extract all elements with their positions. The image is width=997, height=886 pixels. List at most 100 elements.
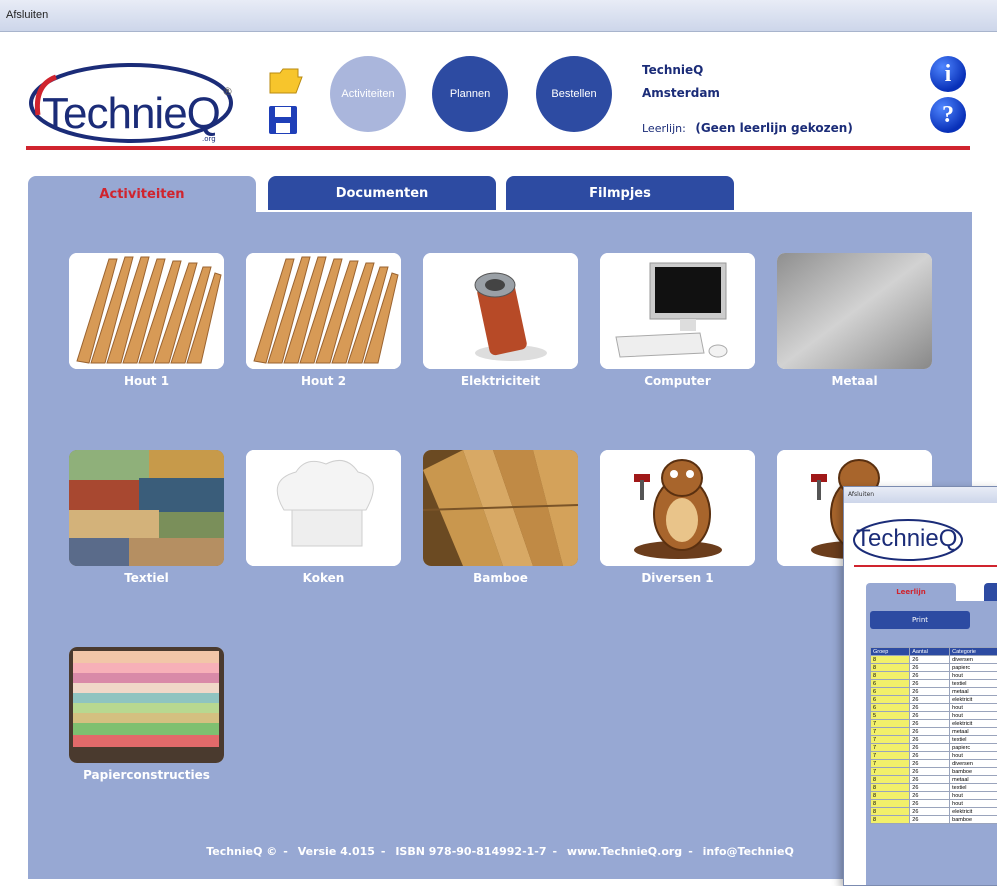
- table-cell: 7: [871, 736, 910, 744]
- table-cell: hout: [950, 800, 997, 808]
- table-row[interactable]: 826hout: [871, 800, 997, 808]
- open-folder-icon[interactable]: [268, 65, 302, 97]
- tab-activiteiten[interactable]: Activiteiten: [28, 176, 256, 212]
- metal-sheet-icon: [777, 253, 932, 369]
- table-row[interactable]: 726metaal: [871, 728, 997, 736]
- table-cell: elektricit: [950, 808, 997, 816]
- table-cell: bamboe: [950, 768, 997, 776]
- tab-documenten[interactable]: Documenten: [268, 176, 496, 210]
- tile-papierconstructies[interactable]: [69, 647, 224, 763]
- secondary-tab-leerlijn[interactable]: Leerlijn: [866, 583, 956, 601]
- save-disk-icon[interactable]: [268, 105, 302, 137]
- footer-isbn: ISBN 978-90-814992-1-7: [395, 845, 546, 858]
- table-row[interactable]: 726diversen: [871, 760, 997, 768]
- table-row[interactable]: 726bamboe: [871, 768, 997, 776]
- table-cell: 26: [910, 712, 950, 720]
- table-cell: 26: [910, 688, 950, 696]
- registered-mark: ®: [222, 85, 233, 98]
- footer-website[interactable]: www.TechnieQ.org: [567, 845, 682, 858]
- header-divider: [26, 146, 970, 150]
- table-cell: 26: [910, 704, 950, 712]
- table-cell: 26: [910, 752, 950, 760]
- table-cell: 7: [871, 720, 910, 728]
- battery-icon: [423, 253, 578, 369]
- table-cell: 26: [910, 728, 950, 736]
- table-row[interactable]: 626textiel: [871, 680, 997, 688]
- table-cell: metaal: [950, 776, 997, 784]
- table-cell: 5: [871, 712, 910, 720]
- table-row[interactable]: 626hout: [871, 704, 997, 712]
- table-cell: hout: [950, 704, 997, 712]
- tile-label-koken: Koken: [246, 571, 401, 585]
- secondary-tab-2[interactable]: [984, 583, 997, 601]
- tile-label-metaal: Metaal: [777, 374, 932, 388]
- close-menu-item[interactable]: Afsluiten: [6, 9, 48, 21]
- table-header-cell: Groep: [871, 648, 910, 656]
- table-cell: 26: [910, 792, 950, 800]
- table-cell: papierc: [950, 744, 997, 752]
- table-row[interactable]: 526hout: [871, 712, 997, 720]
- paper-stack-icon: [69, 647, 224, 763]
- table-row[interactable]: 726elektricit: [871, 720, 997, 728]
- table-row[interactable]: 826bamboe: [871, 816, 997, 824]
- table-cell: 26: [910, 768, 950, 776]
- tile-bamboe[interactable]: [423, 450, 578, 566]
- table-row[interactable]: 826diversen: [871, 656, 997, 664]
- app-header: TechnieQ .org ® Activiteiten Plannen Bes…: [0, 33, 997, 163]
- leerlijn-info: Leerlijn: (Geen leerlijn gekozen): [642, 121, 853, 135]
- table-row[interactable]: 726hout: [871, 752, 997, 760]
- table-header-cell: Aantal: [910, 648, 950, 656]
- table-cell: 7: [871, 768, 910, 776]
- table-cell: 26: [910, 744, 950, 752]
- tab-filmpjes[interactable]: Filmpjes: [506, 176, 734, 210]
- table-cell: 26: [910, 760, 950, 768]
- tile-hout-1[interactable]: [69, 253, 224, 369]
- table-row[interactable]: 826elektricit: [871, 808, 997, 816]
- beaver-icon: [600, 450, 755, 566]
- tile-metaal[interactable]: [777, 253, 932, 369]
- table-row[interactable]: 826hout: [871, 672, 997, 680]
- tile-label-computer: Computer: [600, 374, 755, 388]
- table-row[interactable]: 826textiel: [871, 784, 997, 792]
- table-row[interactable]: 626elektricit: [871, 696, 997, 704]
- leerlijn-label: Leerlijn:: [642, 122, 686, 135]
- info-button[interactable]: i: [930, 56, 966, 92]
- table-cell: 6: [871, 704, 910, 712]
- tile-label-elektriciteit: Elektriciteit: [423, 374, 578, 388]
- table-cell: 7: [871, 744, 910, 752]
- table-cell: hout: [950, 672, 997, 680]
- wood-sticks-icon: [246, 253, 401, 369]
- tile-elektriciteit[interactable]: [423, 253, 578, 369]
- tile-diversen-1[interactable]: [600, 450, 755, 566]
- school-city: Amsterdam: [642, 82, 720, 105]
- table-row[interactable]: 826hout: [871, 792, 997, 800]
- secondary-menu-bar: Afsluiten: [844, 487, 997, 503]
- school-info: TechnieQ Amsterdam: [642, 59, 720, 105]
- activiteiten-button[interactable]: Activiteiten: [330, 56, 406, 132]
- table-row[interactable]: 826papierc: [871, 664, 997, 672]
- plannen-button[interactable]: Plannen: [432, 56, 508, 132]
- table-row[interactable]: 826metaal: [871, 776, 997, 784]
- school-name: TechnieQ: [642, 59, 720, 82]
- bestellen-button[interactable]: Bestellen: [536, 56, 612, 132]
- tile-hout-2[interactable]: [246, 253, 401, 369]
- tile-textiel[interactable]: [69, 450, 224, 566]
- help-button[interactable]: ?: [930, 97, 966, 133]
- leerlijn-value[interactable]: (Geen leerlijn gekozen): [695, 121, 852, 135]
- tile-computer[interactable]: [600, 253, 755, 369]
- table-cell: 8: [871, 784, 910, 792]
- table-cell: 26: [910, 656, 950, 664]
- tile-koken[interactable]: [246, 450, 401, 566]
- secondary-window: Afsluiten TechnieQ Leerlijn Print GroepA…: [843, 486, 997, 886]
- secondary-print-button[interactable]: Print: [870, 611, 970, 629]
- table-row[interactable]: 626metaal: [871, 688, 997, 696]
- table-row[interactable]: 726papierc: [871, 744, 997, 752]
- table-row[interactable]: 726textiel: [871, 736, 997, 744]
- fabric-icon: [69, 450, 224, 566]
- table-cell: 7: [871, 728, 910, 736]
- footer-email[interactable]: info@TechnieQ: [703, 845, 794, 858]
- tile-label-hout-2: Hout 2: [246, 374, 401, 388]
- table-cell: 8: [871, 672, 910, 680]
- table-cell: 26: [910, 776, 950, 784]
- bamboo-icon: [423, 450, 578, 566]
